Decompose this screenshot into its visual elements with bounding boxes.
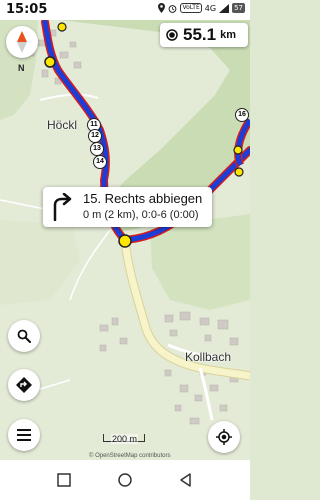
scale-label: 200 m [111,434,139,444]
signal-icon [219,3,230,13]
step-marker-label: 13 [93,145,101,152]
my-location-icon [216,429,232,445]
system-nav-bar [0,460,250,500]
waypoint-marker[interactable] [118,234,132,248]
instruction-title: 15. Rechts abbiegen [83,191,203,206]
waypoint-marker[interactable] [57,22,67,32]
turn-right-icon [53,193,72,221]
step-marker[interactable]: 14 [93,155,107,169]
step-marker-label: 14 [96,158,104,165]
destination-icon [166,29,178,41]
step-marker[interactable]: 12 [88,129,102,143]
back-icon[interactable] [178,472,194,488]
compass-button[interactable] [6,26,38,58]
waypoint-marker[interactable] [233,145,243,155]
battery-badge: 57 [232,3,245,13]
map-attribution: © OpenStreetMap contributors [89,453,171,459]
network-label: 4G [204,3,217,13]
turn-instruction[interactable]: 15. Rechts abbiegen 0 m (2 km), 0:0-6 (0… [43,187,212,227]
place-label-kollbach: Kollbach [185,350,232,364]
search-icon [17,329,31,343]
volte-badge: VoLTE [180,3,202,13]
status-time: 15:05 [6,2,48,17]
home-icon[interactable] [117,472,133,488]
waypoint-marker[interactable] [234,167,244,177]
remaining-distance[interactable]: 55.1 km [160,23,248,47]
search-button[interactable] [8,320,40,352]
instruction-detail: 0 m (2 km), 0:0-6 (0:00) [83,209,199,221]
step-marker-label: 16 [238,111,246,118]
distance-value: 55.1 [183,25,217,44]
alarm-icon [169,4,177,13]
compass-icon [17,31,27,53]
map-canvas[interactable] [0,20,250,460]
navigation-icon [16,377,32,393]
menu-icon [17,429,31,441]
waypoint-marker[interactable] [44,56,56,68]
status-bar: 15:05 VoLTE 4G 57 [0,0,250,20]
step-marker[interactable]: 13 [90,142,104,156]
location-icon [158,3,166,13]
step-marker-label: 11 [90,121,98,128]
step-marker[interactable]: 16 [235,108,249,122]
menu-button[interactable] [8,419,40,451]
navigate-button[interactable] [8,369,40,401]
place-label-hoeckl: Höckl [47,118,78,132]
recents-icon[interactable] [56,472,72,488]
north-label: N [18,63,25,73]
my-location-button[interactable] [208,421,240,453]
distance-unit: km [220,29,236,41]
status-icons: VoLTE 4G 57 [158,3,245,13]
step-marker-label: 12 [91,132,99,139]
map-view[interactable]: 11 12 13 14 16 Höckl Kollbach [0,20,250,460]
